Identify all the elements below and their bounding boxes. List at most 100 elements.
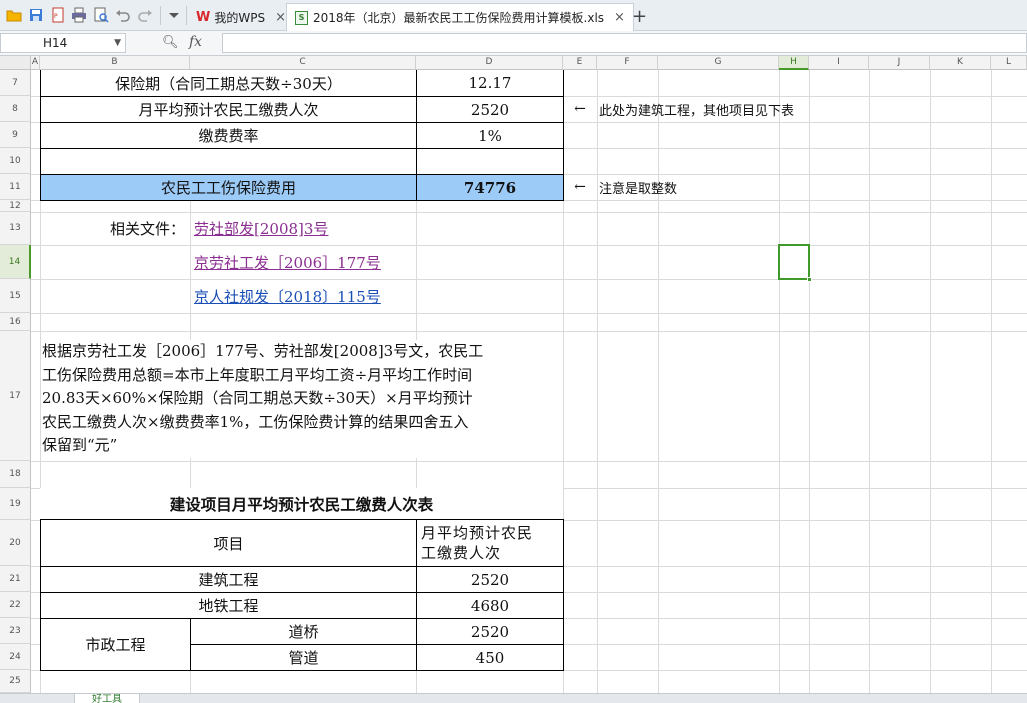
cell-r23-value[interactable]: 2520 [416, 618, 564, 645]
gridline [930, 70, 931, 693]
cell-r11-label[interactable]: 农民工工伤保险费用 [40, 174, 417, 201]
gridline [658, 70, 659, 693]
column-header-f[interactable]: F [597, 56, 658, 70]
column-header-e[interactable]: E [563, 56, 597, 70]
row-header-23[interactable]: 23 [0, 618, 31, 644]
fill-handle[interactable] [807, 277, 812, 282]
column-header-g[interactable]: G [658, 56, 779, 70]
cell-r24-item[interactable]: 管道 [190, 644, 417, 671]
wps-logo-icon: W [196, 9, 211, 25]
title-tab-bar: P W 我的WPS × S 2018年（北京）最新农民工工伤保险费用计算模板.x… [0, 0, 1027, 31]
row-header-7[interactable]: 7 [0, 70, 31, 96]
cell-r21-item[interactable]: 建筑工程 [40, 566, 417, 593]
description-line: 工伤保险费用总额=本市上年度职工月平均工资÷月平均工作时间 [42, 365, 473, 384]
cell-r20-item-header[interactable]: 项目 [40, 519, 417, 567]
spreadsheet-file-icon: S [295, 10, 308, 25]
cell-grid[interactable]: 保险期（合同工期总天数÷30天） 12.17 月平均预计农民工缴费人次 2520… [31, 70, 1027, 693]
gridline [991, 70, 992, 693]
cell-r9-label[interactable]: 缴费费率 [40, 122, 417, 149]
header-line: 工缴费人次 [421, 544, 502, 562]
cell-r7-value[interactable]: 12.17 [416, 70, 564, 97]
undo-icon[interactable] [115, 7, 131, 23]
tab-my-wps[interactable]: W 我的WPS × [188, 3, 294, 31]
column-header-i[interactable]: I [809, 56, 869, 70]
row-header-17[interactable]: 17 [0, 331, 31, 461]
cell-reference: H14 [43, 36, 68, 50]
cell-r11-value[interactable]: 74776 [416, 174, 564, 201]
row-header-14[interactable]: 14 [0, 245, 31, 279]
gridline [31, 331, 1027, 332]
row-header-18[interactable]: 18 [0, 461, 31, 488]
tab-workbook[interactable]: S 2018年（北京）最新农民工工伤保险费用计算模板.xls × [286, 3, 634, 31]
function-icon[interactable]: fx [189, 34, 202, 50]
cell-r20-count-header[interactable]: 月平均预计农民 工缴费人次 [416, 519, 564, 567]
cell-r10-empty[interactable] [40, 148, 417, 175]
print-icon[interactable] [71, 7, 87, 23]
print-preview-icon[interactable] [93, 7, 109, 23]
row-header-20[interactable]: 20 [0, 520, 31, 566]
cell-r11-note[interactable]: 注意是取整数 [599, 174, 799, 200]
close-icon[interactable]: × [275, 10, 286, 25]
description-line: 根据京劳社工发［2006］177号、劳社部发[2008]3号文，农民工 [42, 342, 484, 360]
column-header-a[interactable]: A [31, 56, 40, 70]
formula-bar: H14 ▼ 🔍︎ fx [0, 31, 1027, 56]
cell-r23-item[interactable]: 道桥 [190, 618, 417, 645]
cell-r22-item[interactable]: 地铁工程 [40, 592, 417, 619]
gridline [779, 70, 780, 693]
save-icon[interactable] [28, 7, 44, 23]
tab-label: 我的WPS [214, 10, 266, 25]
column-header-d[interactable]: D [416, 56, 563, 70]
row-header-19[interactable]: 19 [0, 488, 31, 520]
column-header-h[interactable]: H [779, 56, 809, 70]
column-header-l[interactable]: L [991, 56, 1027, 70]
row-header-13[interactable]: 13 [0, 212, 31, 245]
row-header-9[interactable]: 9 [0, 122, 31, 148]
name-box[interactable]: H14 ▼ [0, 33, 126, 53]
cell-r8-label[interactable]: 月平均预计农民工缴费人次 [40, 96, 417, 123]
formula-input[interactable] [222, 33, 1027, 53]
row-header-22[interactable]: 22 [0, 592, 31, 618]
cell-r24-value[interactable]: 450 [416, 644, 564, 671]
sheet-tab[interactable]: 好工具 [74, 694, 140, 703]
column-header-b[interactable]: B [40, 56, 190, 70]
cell-r13-label[interactable]: 相关文件： [40, 212, 185, 245]
document-link[interactable]: 劳社部发[2008]3号 [194, 212, 414, 245]
document-link[interactable]: 京劳社工发［2006］177号 [194, 245, 414, 279]
row-header-16[interactable]: 16 [0, 313, 31, 331]
row-header-25[interactable]: 25 [0, 670, 31, 693]
cell-r9-value[interactable]: 1% [416, 122, 564, 149]
row-header-21[interactable]: 21 [0, 566, 31, 592]
column-header-c[interactable]: C [190, 56, 416, 70]
table-title[interactable]: 建设项目月平均预计农民工缴费人次表 [40, 488, 563, 520]
document-link[interactable]: 京人社规发〔2018〕115号 [194, 279, 414, 313]
close-icon[interactable]: × [614, 10, 625, 25]
cell-r8-note[interactable]: 此处为建筑工程，其他项目见下表 [599, 96, 859, 122]
row-header-11[interactable]: 11 [0, 174, 31, 200]
column-header-k[interactable]: K [930, 56, 991, 70]
tab-label: 2018年（北京）最新农民工工伤保险费用计算模板.xls [313, 11, 605, 25]
row-header-10[interactable]: 10 [0, 148, 31, 174]
cell-r10-value[interactable] [416, 148, 564, 175]
new-tab-button[interactable]: + [632, 6, 647, 27]
arrow-left-icon: ← [574, 101, 586, 117]
active-cell-selection[interactable] [778, 244, 812, 282]
open-folder-icon[interactable] [6, 7, 22, 23]
select-all-corner[interactable] [0, 56, 31, 70]
chevron-down-icon[interactable]: ▼ [114, 34, 121, 52]
row-header-15[interactable]: 15 [0, 279, 31, 313]
svg-text:P: P [54, 13, 58, 20]
cell-r8-value[interactable]: 2520 [416, 96, 564, 123]
zoom-icon[interactable]: 🔍︎ [162, 35, 179, 50]
row-header-24[interactable]: 24 [0, 644, 31, 670]
row-header-12[interactable]: 12 [0, 200, 31, 212]
column-header-j[interactable]: J [869, 56, 930, 70]
calculation-description[interactable]: 根据京劳社工发［2006］177号、劳社部发[2008]3号文，农民工 工伤保险… [42, 340, 562, 458]
cell-r23-group[interactable]: 市政工程 [40, 618, 191, 671]
export-pdf-icon[interactable]: P [50, 7, 66, 23]
cell-r22-value[interactable]: 4680 [416, 592, 564, 619]
cell-r21-value[interactable]: 2520 [416, 566, 564, 593]
row-header-8[interactable]: 8 [0, 96, 31, 122]
more-dropdown-icon[interactable] [166, 7, 182, 23]
redo-icon[interactable] [137, 7, 153, 23]
cell-r7-label[interactable]: 保险期（合同工期总天数÷30天） [40, 70, 417, 97]
